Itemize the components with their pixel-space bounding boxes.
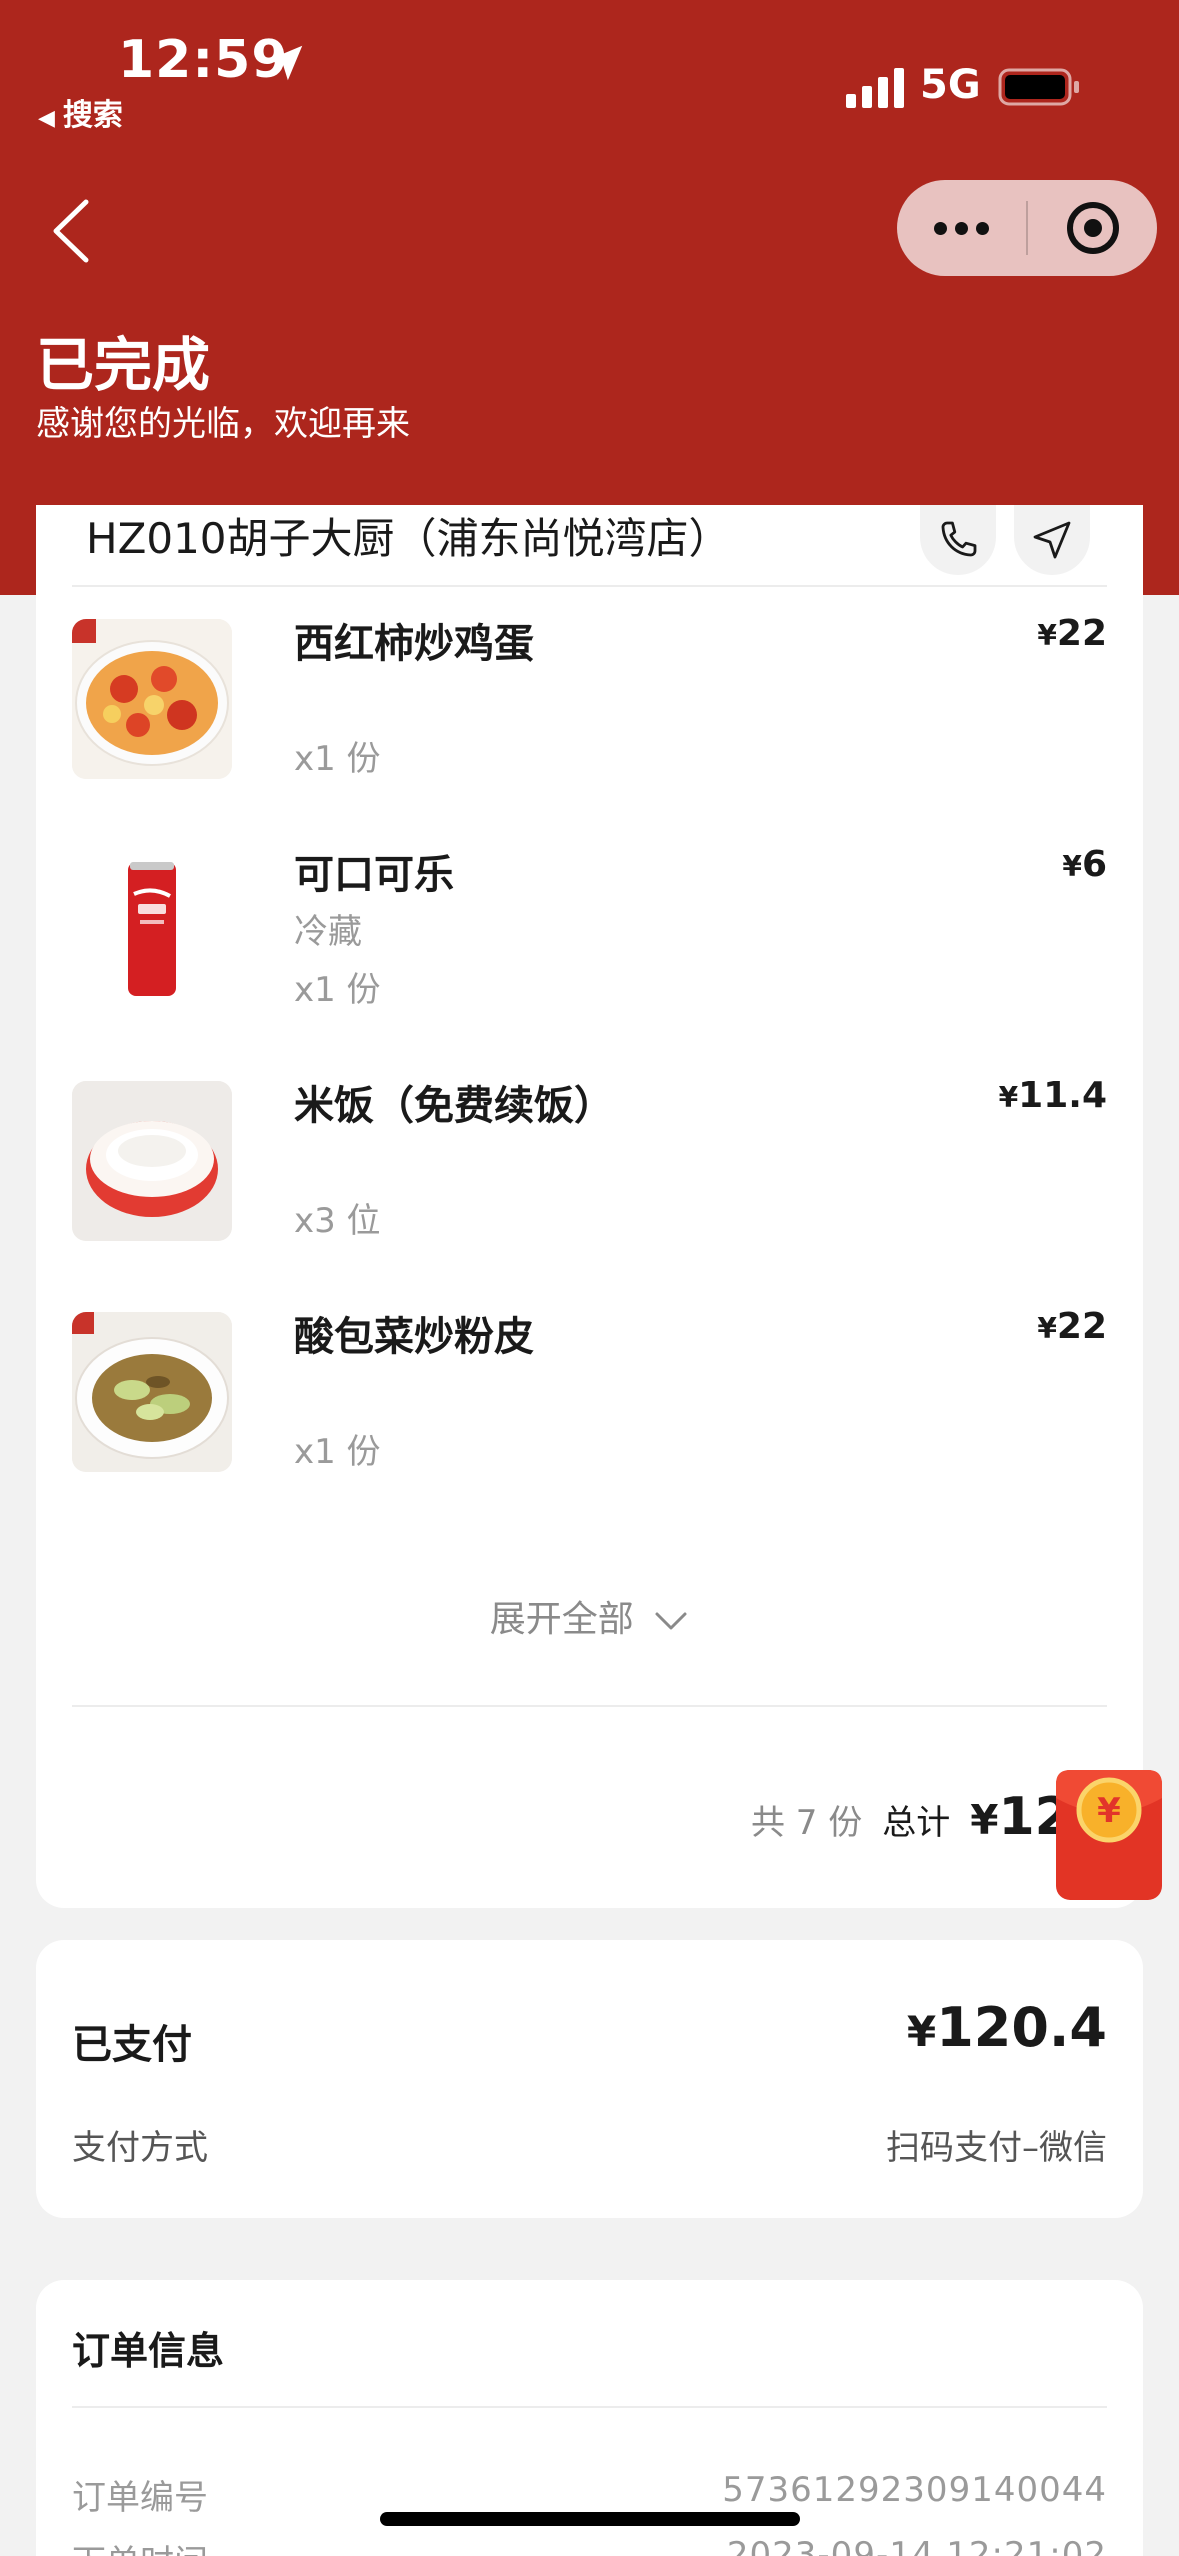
dish-image-cabbage-noodles	[72, 1312, 232, 1472]
dish-image-rice	[72, 1081, 232, 1241]
red-packet-symbol: ¥	[1097, 1791, 1121, 1831]
navigation-arrow-icon	[1033, 521, 1071, 559]
item-price-value: 11.4	[1018, 1075, 1107, 1116]
order-info-title: 订单信息	[72, 2329, 225, 2373]
back-triangle-icon: ◀	[38, 106, 55, 131]
navigate-to-shop-button[interactable]	[1014, 505, 1090, 575]
order-item: 酸包菜炒粉皮 x1 份 ¥22	[72, 1304, 1107, 1474]
phone-icon	[941, 521, 977, 557]
currency-symbol: ¥	[1037, 1312, 1057, 1345]
order-item: 米饭（免费续饭） x3 位 ¥11.4	[72, 1073, 1107, 1243]
expand-all-label: 展开全部	[489, 1599, 634, 1640]
item-price-value: 6	[1081, 844, 1107, 885]
item-name: 西红柿炒鸡蛋	[294, 621, 534, 667]
item-quantity: x3 位	[294, 1201, 381, 1241]
item-spec: 冷藏	[294, 912, 362, 952]
call-shop-button[interactable]	[920, 505, 996, 575]
more-dots-icon	[934, 221, 989, 235]
item-name: 可口可乐	[294, 852, 454, 898]
paid-amount-value: 120.4	[936, 1996, 1107, 2059]
item-price-value: 22	[1056, 1306, 1107, 1347]
item-price: ¥22	[1037, 1306, 1107, 1347]
item-price-value: 22	[1056, 613, 1107, 654]
battery-icon	[998, 68, 1079, 106]
back-to-app-link[interactable]: ◀ 搜索	[38, 90, 123, 134]
chevron-down-icon	[655, 1612, 687, 1630]
back-icon[interactable]	[48, 196, 94, 266]
shop-name[interactable]: HZ010胡子大厨（浦东尚悦湾店）	[86, 505, 731, 566]
order-status-subtitle: 感谢您的光临，欢迎再来	[36, 404, 410, 444]
order-item: 西红柿炒鸡蛋 x1 份 ¥22	[72, 611, 1107, 781]
item-quantity: x1 份	[294, 970, 381, 1010]
paid-amount: ¥120.4	[907, 1996, 1107, 2059]
order-info-divider	[72, 2406, 1107, 2408]
currency-symbol: ¥	[1037, 619, 1057, 652]
target-close-icon	[1066, 202, 1119, 254]
item-count: 共 7 份	[750, 1803, 863, 1843]
currency-symbol: ¥	[1062, 850, 1082, 883]
order-item: 可口可乐 冷藏 x1 份 ¥6	[72, 842, 1107, 1012]
item-price: ¥11.4	[999, 1075, 1107, 1116]
item-quantity: x1 份	[294, 1432, 381, 1472]
dish-image-tomato-egg	[72, 619, 232, 779]
order-time-value: 2023-09-14 12:21:02	[726, 2535, 1107, 2556]
item-price: ¥6	[1062, 844, 1107, 885]
total-label: 总计	[882, 1803, 951, 1843]
currency-symbol: ¥	[998, 1081, 1019, 1114]
currency-symbol: ¥	[970, 1796, 999, 1844]
order-number-label: 订单编号	[72, 2478, 208, 2518]
payment-method-label: 支付方式	[72, 2128, 208, 2168]
order-detail-page: 12:59 ◀ 搜索 5G 已完成 感谢您的光临，欢迎再来 HZ010胡子大厨（浦…	[0, 0, 1179, 2556]
item-name: 米饭（免费续饭）	[294, 1083, 614, 1129]
network-label: 5G	[920, 62, 981, 108]
order-items-card: HZ010胡子大厨（浦东尚悦湾店） 西红柿炒鸡蛋 x1 份 ¥22 可口可乐 冷…	[36, 505, 1143, 1908]
payment-card: 已支付 ¥120.4 支付方式 扫码支付–微信	[36, 1940, 1143, 2218]
item-price: ¥22	[1037, 613, 1107, 654]
shop-divider	[72, 585, 1107, 587]
currency-symbol: ¥	[906, 2007, 937, 2056]
more-options-button[interactable]	[897, 180, 1026, 276]
item-quantity: x1 份	[294, 739, 381, 779]
order-status-title: 已完成	[36, 331, 211, 399]
expand-all-button[interactable]: 展开全部	[36, 1590, 1143, 1642]
total-divider	[72, 1705, 1107, 1707]
item-name: 酸包菜炒粉皮	[294, 1314, 534, 1360]
payment-method-value: 扫码支付–微信	[886, 2128, 1107, 2168]
dish-image-coca-cola	[72, 850, 232, 1010]
close-mini-program-button[interactable]	[1028, 180, 1157, 276]
red-packet-icon[interactable]: ¥	[1054, 1768, 1164, 1902]
order-number-value[interactable]: 57361292309140044	[722, 2470, 1107, 2510]
home-indicator[interactable]	[380, 2512, 800, 2526]
order-time-label: 下单时间	[72, 2535, 208, 2556]
location-arrow-icon	[267, 45, 303, 81]
signal-icon	[846, 68, 904, 108]
back-app-label: 搜索	[62, 98, 123, 133]
paid-label: 已支付	[72, 2022, 192, 2068]
mini-program-capsule	[897, 180, 1157, 276]
